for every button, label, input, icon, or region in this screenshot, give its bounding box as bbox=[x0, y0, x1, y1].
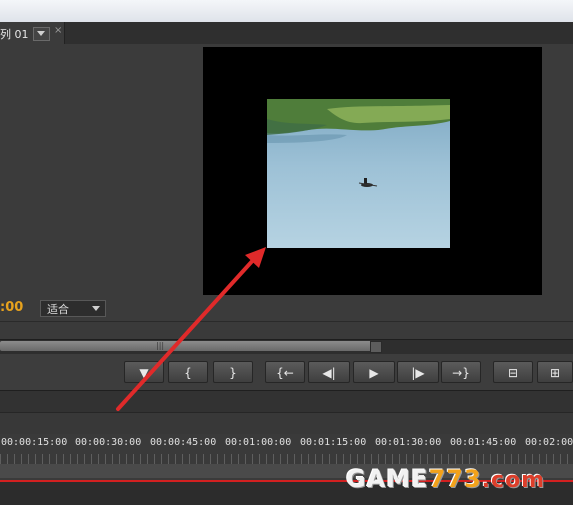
ruler-tick-label: 00:01:30:00 bbox=[375, 437, 442, 448]
zoom-scroll-handle[interactable] bbox=[370, 341, 382, 353]
play-button[interactable]: ▶ bbox=[353, 361, 395, 383]
video-clip-preview[interactable] bbox=[267, 99, 450, 248]
step-back-button[interactable]: ◀| bbox=[308, 361, 350, 383]
window-top-strip bbox=[0, 0, 573, 23]
step-forward-button[interactable]: |▶ bbox=[397, 361, 439, 383]
ruler-tick-label: 00:01:45:00 bbox=[450, 437, 517, 448]
ruler-tick-label: 00:02:00: bbox=[525, 437, 573, 448]
divider bbox=[0, 321, 573, 322]
watermark-logo: GAME773.com bbox=[346, 465, 546, 493]
close-icon[interactable]: × bbox=[54, 25, 62, 36]
extract-button[interactable]: ⊞ bbox=[537, 361, 573, 383]
grip-icon: ||| bbox=[156, 341, 165, 350]
go-to-in-button[interactable]: {← bbox=[265, 361, 305, 383]
ruler-tick-label: 00:00:30:00 bbox=[75, 437, 142, 448]
panel-tab-bar bbox=[0, 22, 573, 45]
zoom-fit-label: 适合 bbox=[47, 303, 69, 316]
add-marker-button[interactable]: ▼ bbox=[124, 361, 164, 383]
mark-out-button[interactable]: } bbox=[213, 361, 253, 383]
mark-in-button[interactable]: { bbox=[168, 361, 208, 383]
panel-divider bbox=[0, 390, 573, 413]
lake-boat-image bbox=[267, 99, 450, 248]
chevron-down-icon bbox=[92, 306, 100, 311]
ruler-tick-label: 00:00:15:00 bbox=[1, 437, 68, 448]
ruler-tick-label: 00:01:00:00 bbox=[225, 437, 292, 448]
playhead-timecode[interactable]: :00 bbox=[0, 300, 23, 315]
lift-button[interactable]: ⊟ bbox=[493, 361, 533, 383]
ruler-ticks bbox=[0, 454, 573, 464]
sequence-tab-label: 列 01 bbox=[0, 28, 29, 41]
timeline-header bbox=[0, 412, 573, 435]
ruler-tick-label: 00:00:45:00 bbox=[150, 437, 217, 448]
chevron-down-icon bbox=[37, 31, 45, 36]
zoom-scroll-thumb[interactable] bbox=[0, 341, 372, 351]
go-to-out-button[interactable]: →} bbox=[441, 361, 481, 383]
ruler-tick-label: 00:01:15:00 bbox=[300, 437, 367, 448]
